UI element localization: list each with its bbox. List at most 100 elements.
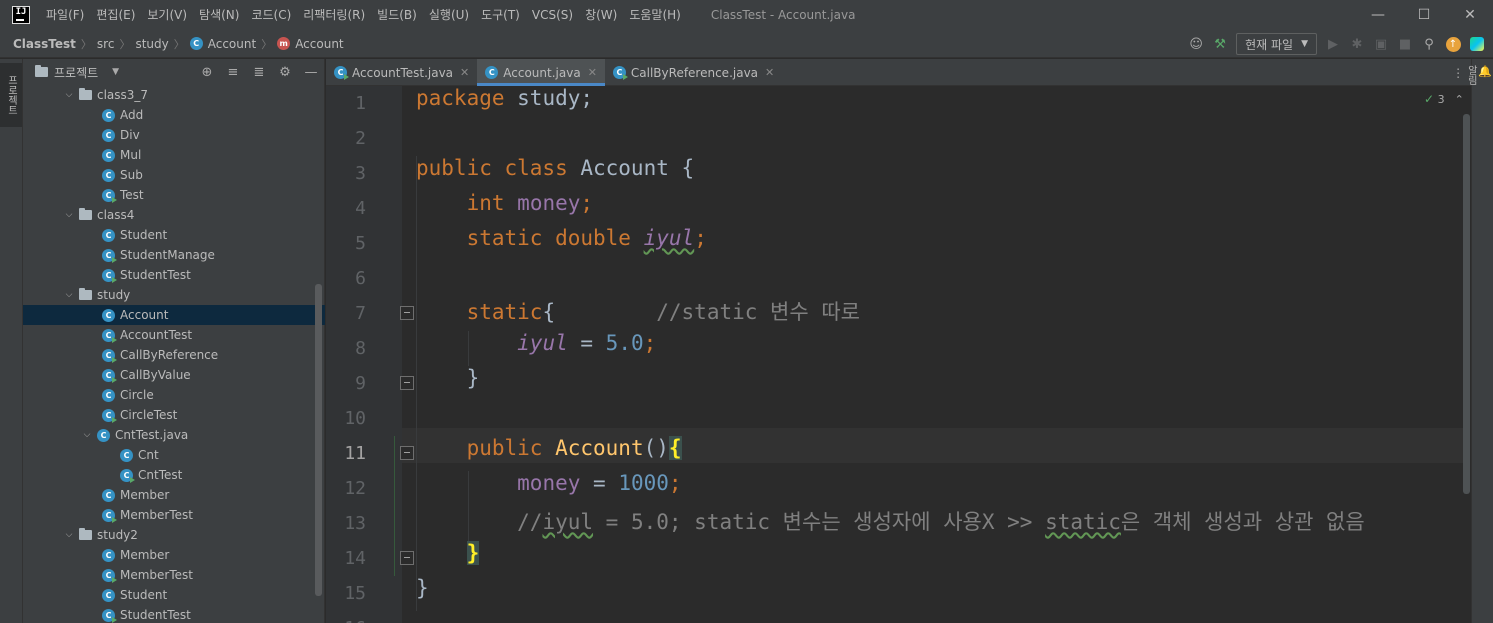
editor-tab[interactable]: C CallByReference.java ✕ bbox=[605, 59, 782, 86]
runnable-class-icon: C bbox=[102, 348, 117, 363]
intellij-logo-icon: IJ bbox=[12, 6, 30, 24]
tree-item[interactable]: C Add bbox=[23, 105, 325, 125]
tree-folder[interactable]: ⌵ class4 bbox=[23, 205, 325, 225]
tree-item[interactable]: C Div bbox=[23, 125, 325, 145]
expand-all-icon[interactable]: ≡ bbox=[226, 65, 240, 80]
menu-item[interactable]: 코드(C) bbox=[245, 0, 297, 30]
menu-item[interactable]: 탐색(N) bbox=[193, 0, 245, 30]
collapse-all-icon[interactable]: ≣ bbox=[252, 65, 266, 80]
menu-item[interactable]: VCS(S) bbox=[526, 0, 579, 30]
tree-item[interactable]: C Mul bbox=[23, 145, 325, 165]
hide-icon[interactable]: — bbox=[304, 65, 318, 80]
tree-item[interactable]: C StudentManage bbox=[23, 245, 325, 265]
breadcrumb-class-label: Account bbox=[207, 36, 257, 51]
fold-marker-icon[interactable] bbox=[400, 446, 414, 460]
gear-icon[interactable]: ⚙ bbox=[278, 65, 292, 80]
tree-item[interactable]: C Cnt bbox=[23, 445, 325, 465]
tree-item[interactable]: ⌵ C CntTest.java bbox=[23, 425, 325, 445]
chevron-down-icon[interactable]: ▼ bbox=[112, 67, 119, 77]
tree-item[interactable]: C Account bbox=[23, 305, 325, 325]
tree-item[interactable]: C MemberTest bbox=[23, 505, 325, 525]
project-tool-tab[interactable]: 프로젝트 bbox=[0, 63, 22, 127]
notifications-tab[interactable]: 🔔 알림 bbox=[1465, 65, 1492, 85]
close-icon[interactable]: ✕ bbox=[588, 66, 597, 79]
inspection-status[interactable]: ✓ 3 bbox=[1424, 92, 1445, 106]
close-icon[interactable]: ✕ bbox=[765, 66, 774, 79]
tree-item[interactable]: C CntTest bbox=[23, 465, 325, 485]
tree-item[interactable]: C Member bbox=[23, 545, 325, 565]
tree-item[interactable]: C Student bbox=[23, 225, 325, 245]
menu-item[interactable]: 파일(F) bbox=[40, 0, 90, 30]
tree-folder[interactable]: ⌵ study2 bbox=[23, 525, 325, 545]
chevron-down-icon[interactable]: ⌵ bbox=[63, 285, 75, 305]
runnable-class-icon: C bbox=[102, 568, 117, 583]
chevron-down-icon[interactable]: ⌵ bbox=[81, 425, 93, 445]
menu-item[interactable]: 실행(U) bbox=[423, 0, 475, 30]
menu-item[interactable]: 도움말(H) bbox=[623, 0, 687, 30]
breadcrumb-src[interactable]: src bbox=[97, 37, 115, 51]
locate-file-icon[interactable]: ⊕ bbox=[200, 65, 214, 80]
tree-item[interactable]: C AccountTest bbox=[23, 325, 325, 345]
breadcrumb-class[interactable]: C Account bbox=[189, 36, 257, 51]
token-paren: () bbox=[643, 436, 669, 460]
breadcrumb-method[interactable]: m Account bbox=[277, 37, 344, 51]
previous-highlight-icon[interactable]: ⌃ bbox=[1455, 93, 1464, 106]
tree-item[interactable]: C CallByReference bbox=[23, 345, 325, 365]
breadcrumb-package[interactable]: study bbox=[135, 37, 168, 51]
coverage-icon[interactable]: ▣ bbox=[1373, 36, 1389, 52]
chevron-down-icon[interactable]: ⌵ bbox=[63, 205, 75, 225]
fold-marker-icon[interactable] bbox=[400, 376, 414, 390]
tree-item[interactable]: C MemberTest bbox=[23, 565, 325, 585]
menu-item[interactable]: 보기(V) bbox=[141, 0, 193, 30]
class-icon: C bbox=[102, 488, 115, 502]
menu-item[interactable]: 리팩터링(R) bbox=[297, 0, 371, 30]
tree-item[interactable]: C Test bbox=[23, 185, 325, 205]
tree-item[interactable]: C CircleTest bbox=[23, 405, 325, 425]
breadcrumb-project[interactable]: ClassTest bbox=[13, 37, 76, 51]
maximize-button[interactable]: ☐ bbox=[1401, 0, 1447, 30]
editor-tab[interactable]: C AccountTest.java ✕ bbox=[326, 59, 477, 86]
tree-item[interactable]: C Member bbox=[23, 485, 325, 505]
fold-marker-icon[interactable] bbox=[400, 306, 414, 320]
search-icon[interactable]: ⚲ bbox=[1421, 36, 1437, 52]
editor-tab[interactable]: C Account.java ✕ bbox=[477, 59, 605, 86]
line-number: 8 bbox=[355, 338, 366, 359]
close-icon[interactable]: ✕ bbox=[460, 66, 469, 79]
menu-item[interactable]: 창(W) bbox=[579, 0, 623, 30]
close-button[interactable]: ✕ bbox=[1447, 0, 1493, 30]
tree-item[interactable]: C StudentTest bbox=[23, 605, 325, 623]
editor-scrollbar[interactable] bbox=[1463, 114, 1470, 494]
code-line-12: money = 1000; bbox=[416, 471, 681, 506]
build-hammer-icon[interactable]: ⚒ bbox=[1212, 36, 1228, 52]
menu-item[interactable]: 빌드(B) bbox=[371, 0, 423, 30]
code-line-7: static{ //static 변수 따로 bbox=[416, 296, 860, 331]
project-panel-title[interactable]: 프로젝트 bbox=[54, 64, 98, 81]
debug-icon[interactable]: ✱ bbox=[1349, 36, 1365, 52]
more-vertical-icon[interactable]: ⋮ bbox=[1452, 66, 1464, 80]
run-config-select[interactable]: 현재 파일 ▼ bbox=[1236, 33, 1317, 55]
token-method: Account bbox=[555, 436, 644, 460]
tree-item[interactable]: C StudentTest bbox=[23, 265, 325, 285]
minimize-button[interactable]: — bbox=[1355, 0, 1401, 30]
chevron-down-icon[interactable]: ⌵ bbox=[63, 525, 75, 545]
toolbox-icon[interactable] bbox=[1469, 36, 1485, 52]
tree-item[interactable]: C Sub bbox=[23, 165, 325, 185]
chevron-down-icon[interactable]: ⌵ bbox=[63, 85, 75, 105]
menu-item[interactable]: 편집(E) bbox=[90, 0, 141, 30]
update-icon[interactable]: ↑ bbox=[1445, 36, 1461, 52]
code-area[interactable]: 12345678910111213141516 package study; p… bbox=[326, 86, 1493, 623]
tree-item[interactable]: C CallByValue bbox=[23, 365, 325, 385]
tree-item[interactable]: C Student bbox=[23, 585, 325, 605]
menu-item[interactable]: 도구(T) bbox=[475, 0, 526, 30]
tree-folder[interactable]: ⌵ study bbox=[23, 285, 325, 305]
run-icon[interactable]: ▶ bbox=[1325, 36, 1341, 52]
tree-item[interactable]: C Circle bbox=[23, 385, 325, 405]
project-tree-scrollbar[interactable] bbox=[315, 284, 322, 596]
user-icon[interactable]: ☺ bbox=[1188, 36, 1204, 52]
change-marker bbox=[394, 436, 395, 576]
tree-folder[interactable]: ⌵ class3_7 bbox=[23, 85, 325, 105]
stop-icon[interactable]: ■ bbox=[1397, 36, 1413, 52]
fold-marker-icon[interactable] bbox=[400, 551, 414, 565]
project-panel: 프로젝트 ▼ ⊕ ≡ ≣ ⚙ — ⌵ class3_7 C Add C Div C Mul C S… bbox=[23, 59, 325, 623]
tree-item-label: Circle bbox=[120, 388, 154, 402]
